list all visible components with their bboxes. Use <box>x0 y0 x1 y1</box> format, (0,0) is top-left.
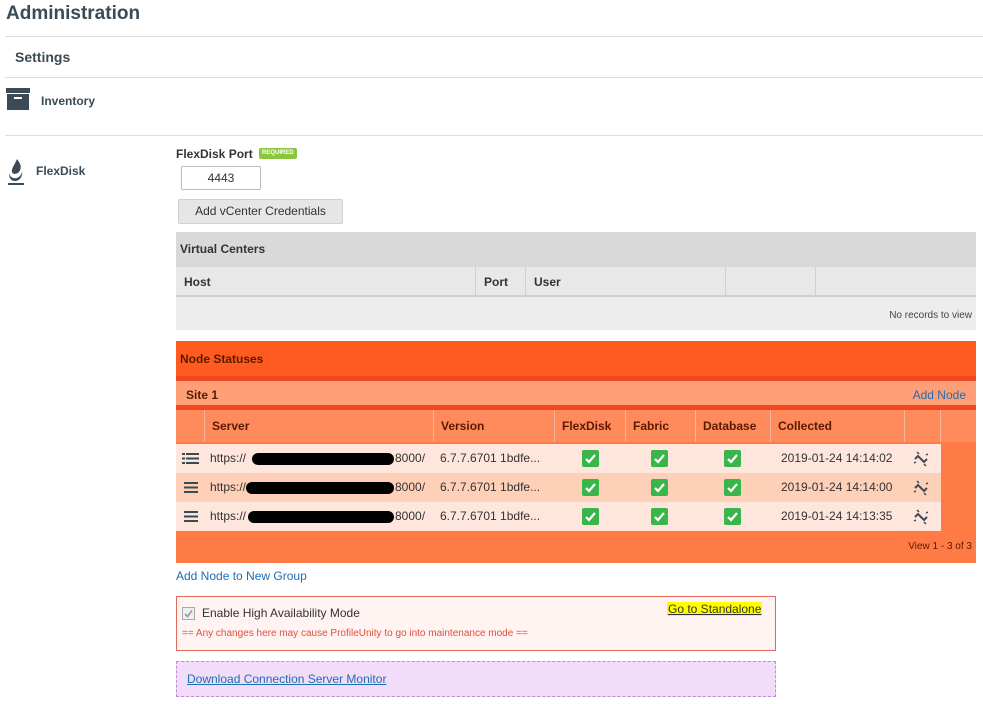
collected-cell: 2019-01-24 14:14:02 <box>781 451 893 465</box>
column-header-blank <box>176 410 205 442</box>
table-row[interactable]: https:// 8000/ 6.7.7.6701 1bdfe... 2019-… <box>176 473 941 502</box>
server-url-suffix: 8000/ <box>395 480 426 494</box>
port-input[interactable]: 4443 <box>181 166 261 190</box>
check-icon <box>582 508 599 525</box>
server-icon <box>184 511 198 522</box>
server-url-prefix: https:// <box>210 451 247 465</box>
column-header-collected[interactable]: Collected <box>771 410 905 442</box>
check-icon <box>582 450 599 467</box>
divider <box>5 135 983 136</box>
server-list-icon <box>182 453 199 464</box>
go-to-standalone-link[interactable]: Go to Standalone <box>667 602 763 616</box>
check-icon <box>651 479 668 496</box>
version-cell: 6.7.7.6701 1bdfe... <box>440 451 541 465</box>
version-cell: 6.7.7.6701 1bdfe... <box>440 509 541 523</box>
column-header-database[interactable]: Database <box>696 410 771 442</box>
table-row[interactable]: https:// 8000/ 6.7.7.6701 1bdfe... 2019-… <box>176 502 941 531</box>
check-icon <box>582 479 599 496</box>
settings-heading[interactable]: Settings <box>15 49 70 65</box>
divider <box>5 77 983 78</box>
virtual-centers-panel: Virtual Centers Host Port User No record… <box>176 232 976 330</box>
required-badge: REQUIRED <box>259 148 297 159</box>
check-icon <box>724 508 741 525</box>
column-header-blank <box>726 267 816 297</box>
page-title: Administration <box>6 3 141 24</box>
flame-icon <box>8 159 24 185</box>
divider <box>5 36 983 37</box>
column-header-server[interactable]: Server <box>205 410 434 442</box>
pagination-info: View 1 - 3 of 3 <box>908 541 972 552</box>
site-name: Site 1 <box>186 388 219 402</box>
archive-box-icon <box>6 88 30 110</box>
check-icon <box>724 479 741 496</box>
check-icon <box>651 508 668 525</box>
column-header-flexdisk[interactable]: FlexDisk <box>555 410 626 442</box>
collected-cell: 2019-01-24 14:13:35 <box>781 509 893 523</box>
high-availability-panel: Enable High Availability Mode == Any cha… <box>176 596 776 651</box>
unlink-icon[interactable] <box>912 479 930 497</box>
column-header-user[interactable]: User <box>526 267 726 297</box>
column-header-version[interactable]: Version <box>434 410 555 442</box>
add-node-to-new-group-link[interactable]: Add Node to New Group <box>176 569 307 583</box>
server-icon <box>184 482 198 493</box>
column-header-port[interactable]: Port <box>476 267 526 297</box>
add-node-link[interactable]: Add Node <box>913 388 966 402</box>
port-label: FlexDisk Port <box>176 147 253 161</box>
server-url-suffix: 8000/ <box>395 509 426 523</box>
nav-flexdisk[interactable]: FlexDisk <box>36 164 85 178</box>
server-url-suffix: 8000/ <box>395 451 426 465</box>
server-url-prefix: https:// <box>210 509 247 523</box>
nav-inventory[interactable]: Inventory <box>41 94 95 108</box>
virtual-centers-header: Host Port User <box>176 267 976 297</box>
download-monitor-panel: Download Connection Server Monitor <box>176 661 776 697</box>
table-row[interactable]: https:// 8000/ 6.7.7.6701 1bdfe... 2019-… <box>176 444 941 473</box>
virtual-centers-title: Virtual Centers <box>176 232 976 267</box>
collected-cell: 2019-01-24 14:14:00 <box>781 480 893 494</box>
redaction-mark <box>246 482 394 494</box>
unlink-icon[interactable] <box>912 508 930 526</box>
node-statuses-title: Node Statuses <box>176 341 976 376</box>
check-icon <box>651 450 668 467</box>
node-table-header: Server Version FlexDisk Fabric Database … <box>176 410 976 442</box>
column-header-host[interactable]: Host <box>176 267 476 297</box>
unlink-icon[interactable] <box>912 450 930 468</box>
redaction-mark <box>252 453 394 465</box>
redaction-mark <box>248 511 394 523</box>
column-header-blank <box>816 267 976 297</box>
column-header-blank <box>905 410 941 442</box>
add-vcenter-credentials-button[interactable]: Add vCenter Credentials <box>178 199 343 224</box>
maintenance-warning: == Any changes here may cause ProfileUni… <box>182 628 528 639</box>
ha-mode-checkbox[interactable] <box>182 607 195 620</box>
ha-mode-label: Enable High Availability Mode <box>202 606 360 620</box>
empty-records-text: No records to view <box>889 310 972 321</box>
server-url-prefix: https:// <box>210 480 247 494</box>
check-icon <box>724 450 741 467</box>
site-group-row: Site 1 Add Node <box>176 376 976 410</box>
node-statuses-panel: Node Statuses Site 1 Add Node Server Ver… <box>176 341 976 563</box>
download-connection-server-monitor-link[interactable]: Download Connection Server Monitor <box>187 672 386 686</box>
column-header-fabric[interactable]: Fabric <box>626 410 696 442</box>
version-cell: 6.7.7.6701 1bdfe... <box>440 480 541 494</box>
